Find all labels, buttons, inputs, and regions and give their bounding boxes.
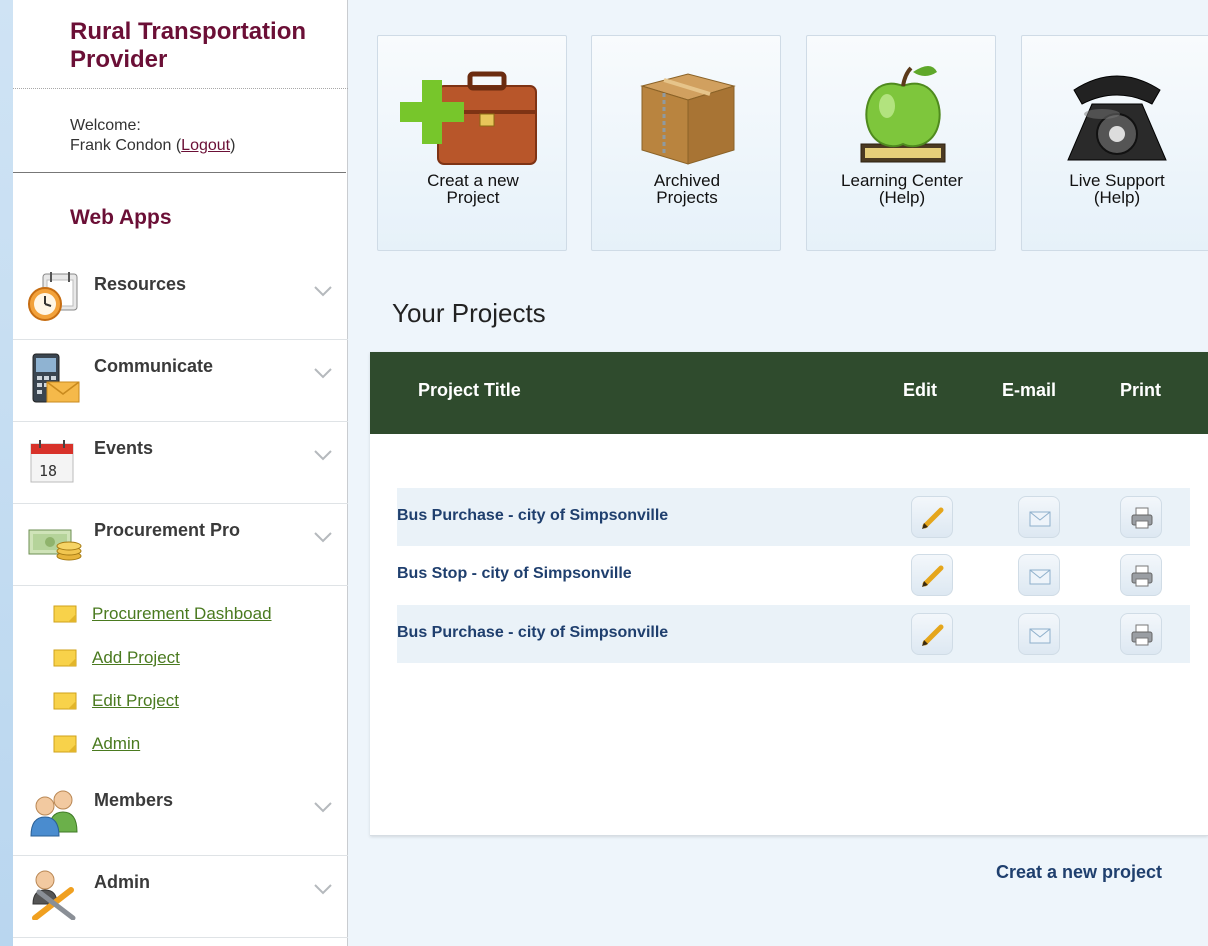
nav-label: Resources (94, 274, 187, 294)
welcome-label: Welcome: (70, 117, 141, 134)
welcome-divider (13, 172, 346, 173)
subnav-item-procurement-dashboard[interactable]: Procurement Dashboad (53, 602, 272, 626)
nav-item-admin[interactable]: Admin (13, 856, 348, 938)
tile-label: Archived Projects (653, 171, 721, 207)
printer-icon (1131, 624, 1153, 646)
nav-item-communicate[interactable]: Communicate (13, 340, 348, 422)
column-header-print: Print (1120, 380, 1162, 400)
edit-button[interactable] (911, 496, 953, 538)
calendar-icon: 18 (30, 440, 74, 483)
printer-icon (1131, 565, 1153, 587)
edit-button[interactable] (911, 613, 953, 655)
brand-title: Rural Transportation Provider (70, 18, 307, 73)
chevron-down-icon (314, 802, 332, 813)
pencil-icon (922, 565, 944, 587)
tile-learning-center[interactable]: Learning Center (Help) (806, 35, 996, 251)
nav-item-resources[interactable]: Resources (13, 258, 348, 340)
briefcase-plus-icon (400, 71, 537, 165)
chevron-down-icon (314, 532, 332, 543)
subnav-item-edit-project[interactable]: Edit Project (53, 689, 179, 713)
tile-live-support[interactable]: Live Support (Help) (1021, 35, 1208, 251)
apple-icon (860, 66, 946, 163)
phone-mail-icon (32, 353, 80, 403)
column-header-edit: Edit (903, 380, 937, 400)
subnav-item-add-project[interactable]: Add Project (53, 646, 180, 670)
envelope-icon (1029, 569, 1051, 585)
nav-label: Events (94, 438, 154, 458)
nav-label: Members (94, 790, 174, 810)
money-coins-icon (28, 529, 82, 561)
chevron-down-icon (314, 450, 332, 461)
nav-item-members[interactable]: Members (13, 774, 348, 856)
telephone-icon (1067, 75, 1167, 161)
brand-divider (13, 88, 348, 89)
project-title-link[interactable]: Bus Purchase - city of Simpsonville (397, 507, 668, 525)
project-title-link[interactable]: Bus Stop - city of Simpsonville (397, 565, 632, 583)
note-icon (53, 605, 77, 623)
note-icon (53, 735, 77, 753)
nav-item-events[interactable]: 18 Events (13, 422, 348, 504)
table-row: Bus Stop - city of Simpsonville (397, 546, 1190, 604)
tile-archived-projects[interactable]: Archived Projects (591, 35, 781, 251)
email-button[interactable] (1018, 554, 1060, 596)
chevron-down-icon (314, 884, 332, 895)
welcome-block: Welcome: Frank Condon (Logout) (70, 116, 235, 156)
users-icon (30, 790, 78, 837)
table-row: Bus Purchase - city of Simpsonville (397, 488, 1190, 546)
tile-label: Live Support (Help) (1069, 171, 1165, 207)
envelope-icon (1029, 511, 1051, 527)
calendar-day: 18 (39, 462, 57, 480)
subnav-link[interactable]: Add Project (92, 648, 180, 668)
projects-table: Project Title Edit E-mail Print Bus Purc… (370, 352, 1208, 836)
nav-label: Admin (94, 872, 150, 892)
nav-label: Communicate (94, 356, 214, 376)
column-header-title: Project Title (418, 380, 521, 400)
table-header: Project Title Edit E-mail Print (370, 352, 1208, 434)
subnav-link[interactable]: Admin (92, 734, 140, 754)
subnav-item-admin[interactable]: Admin (53, 732, 140, 756)
user-line-close: ) (230, 137, 236, 154)
project-title-link[interactable]: Bus Purchase - city of Simpsonville (397, 624, 668, 642)
nav-label: Procurement Pro (94, 520, 241, 540)
tile-label: Creat a new Project (427, 171, 519, 207)
web-apps-heading: Web Apps (70, 206, 172, 229)
window-edge (0, 0, 13, 946)
logout-link[interactable]: Logout (181, 137, 230, 154)
sidebar: Rural Transportation Provider Welcome: F… (13, 0, 348, 946)
pencil-icon (922, 624, 944, 646)
note-icon (53, 692, 77, 710)
subnav-link[interactable]: Procurement Dashboad (92, 604, 272, 624)
chevron-down-icon (314, 368, 332, 379)
envelope-icon (1029, 628, 1051, 644)
section-title: Your Projects (392, 298, 546, 328)
create-project-link[interactable]: Creat a new project (996, 862, 1162, 883)
chevron-down-icon (314, 286, 332, 297)
edit-button[interactable] (911, 554, 953, 596)
tile-label: Learning Center (Help) (841, 171, 963, 207)
note-icon (53, 649, 77, 667)
print-button[interactable] (1120, 496, 1162, 538)
pencil-icon (922, 507, 944, 529)
subnav-link[interactable]: Edit Project (92, 691, 179, 711)
column-header-email: E-mail (1002, 380, 1057, 400)
user-line: Frank Condon (Logout) (70, 136, 235, 156)
admin-tools-icon (32, 870, 76, 920)
email-button[interactable] (1018, 613, 1060, 655)
procurement-subnav: Procurement Dashboad Add Project Edit Pr… (13, 584, 348, 774)
print-button[interactable] (1120, 613, 1162, 655)
alarm-clock-icon (28, 272, 78, 321)
user-name: Frank Condon ( (70, 137, 182, 154)
box-icon (640, 73, 736, 165)
email-button[interactable] (1018, 496, 1060, 538)
print-button[interactable] (1120, 554, 1162, 596)
tile-create-project[interactable]: Creat a new Project (377, 35, 567, 251)
printer-icon (1131, 507, 1153, 529)
nav-item-procurement-pro[interactable]: Procurement Pro (13, 504, 348, 586)
table-row: Bus Purchase - city of Simpsonville (397, 605, 1190, 663)
